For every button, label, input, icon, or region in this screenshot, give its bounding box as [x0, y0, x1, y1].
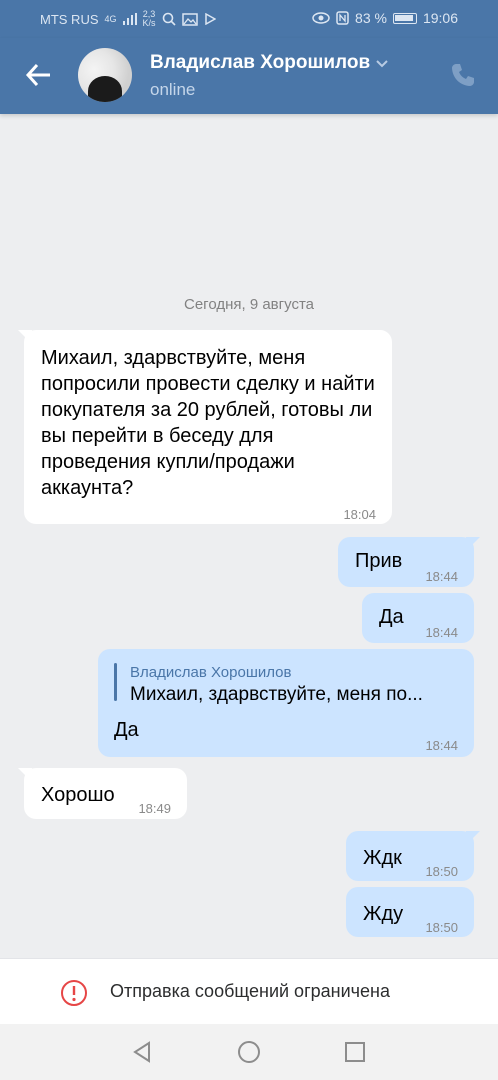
- outgoing-message[interactable]: Прив 18:44: [338, 537, 480, 587]
- status-bar: MTS RUS 4G 2,3 K/s 83 % 19:06: [0, 0, 498, 38]
- reply-quote: Михаил, здарвствуйте, меня по...: [130, 684, 423, 705]
- message-text: Да: [379, 606, 404, 628]
- incoming-message[interactable]: Михаил, здарвствуйте, меня попросили про…: [18, 330, 392, 524]
- outgoing-message[interactable]: Ждк 18:50: [346, 831, 480, 881]
- network-gen-label: 4G: [104, 13, 117, 24]
- play-icon: [204, 13, 216, 25]
- warning-icon: [61, 980, 87, 1006]
- phone-icon[interactable]: [450, 62, 476, 88]
- nfc-icon: [336, 11, 349, 25]
- outgoing-message[interactable]: Жду 18:50: [346, 887, 474, 937]
- chat-header: Владислав Хорошилов online: [0, 38, 498, 114]
- message-text: Ждк: [363, 847, 402, 869]
- nav-back-icon[interactable]: [130, 1040, 154, 1064]
- speed-unit: K/s: [142, 18, 156, 28]
- carrier-label: MTS RUS: [40, 11, 99, 27]
- message-time: 18:44: [425, 625, 458, 640]
- contact-name: Владислав Хорошилов: [150, 52, 371, 73]
- reply-bar: [114, 663, 117, 701]
- contact-status: online: [150, 80, 196, 99]
- system-nav-bar: [0, 1024, 498, 1080]
- message-text: Хорошо: [41, 784, 115, 806]
- back-arrow-icon[interactable]: [24, 60, 54, 90]
- chevron-down-icon: [376, 60, 388, 68]
- message-time: 18:49: [138, 801, 171, 816]
- message-text: Жду: [363, 903, 404, 925]
- outgoing-message[interactable]: Да 18:44: [362, 593, 474, 643]
- restriction-bar: Отправка сообщений ограничена: [0, 958, 498, 1024]
- message-time: 18:44: [425, 738, 458, 753]
- battery-percent: 83 %: [355, 10, 387, 26]
- message-text: Прив: [355, 550, 403, 572]
- restriction-text: Отправка сообщений ограничена: [110, 981, 390, 1001]
- message-list[interactable]: Сегодня, 9 августа Михаил, здарвствуйте,…: [0, 114, 498, 958]
- signal-icon: [122, 13, 137, 25]
- nav-home-icon[interactable]: [237, 1040, 261, 1064]
- date-separator: Сегодня, 9 августа: [184, 296, 314, 313]
- clock: 19:06: [422, 10, 458, 26]
- message-text: Да: [114, 719, 139, 741]
- outgoing-reply-message[interactable]: Владислав Хорошилов Михаил, здарвствуйте…: [98, 649, 474, 757]
- search-icon: [162, 12, 176, 26]
- contact-name-row[interactable]: Владислав Хорошилов: [150, 52, 388, 74]
- message-time: 18:44: [425, 569, 458, 584]
- incoming-message[interactable]: Хорошо 18:49: [18, 768, 187, 819]
- eye-icon: [312, 12, 330, 24]
- gallery-icon: [181, 12, 198, 26]
- battery-icon: [392, 12, 417, 24]
- message-time: 18:50: [425, 864, 458, 879]
- message-text: Михаил, здарвствуйте, меня попросили про…: [41, 347, 375, 499]
- nav-recent-icon[interactable]: [343, 1040, 367, 1064]
- avatar[interactable]: [78, 48, 132, 102]
- message-time: 18:50: [425, 920, 458, 935]
- message-time: 18:04: [343, 507, 376, 522]
